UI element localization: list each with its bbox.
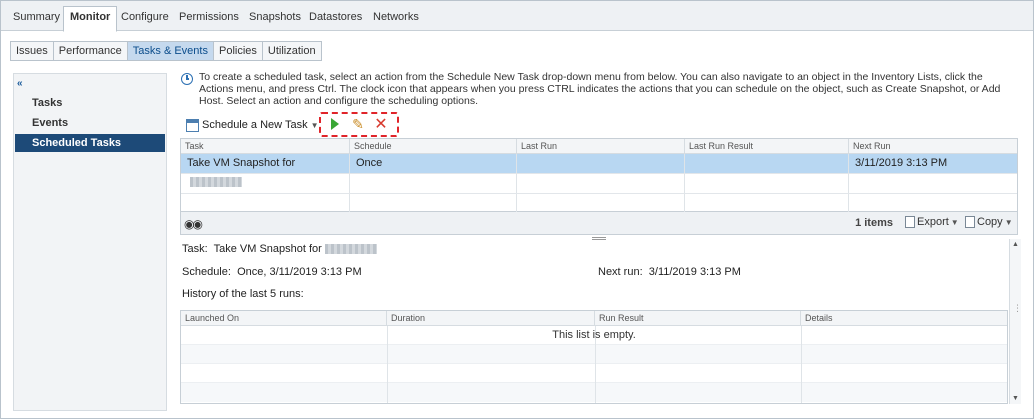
left-nav-panel: « Tasks Events Scheduled Tasks bbox=[13, 73, 167, 411]
detail-schedule-label: Schedule: bbox=[182, 266, 231, 278]
tab-configure[interactable]: Configure bbox=[115, 7, 175, 31]
detail-schedule-value: Once, 3/11/2019 3:13 PM bbox=[237, 266, 362, 278]
details-scrollbar[interactable]: ▲ ⋮ ▼ bbox=[1009, 239, 1022, 404]
copy-label: Copy bbox=[977, 216, 1003, 228]
empty-cell bbox=[350, 174, 517, 193]
copy-icon bbox=[965, 216, 975, 228]
last-run-cell bbox=[517, 154, 685, 173]
redacted-vm-name bbox=[324, 244, 377, 255]
items-count: 1 items bbox=[855, 217, 893, 229]
tab-monitor[interactable]: Monitor bbox=[63, 6, 118, 32]
left-nav-tasks[interactable]: Tasks bbox=[15, 94, 165, 112]
column-header-last-run[interactable]: Last Run bbox=[517, 139, 685, 154]
next-run-cell: 3/11/2019 3:13 PM bbox=[855, 157, 948, 169]
resize-handle[interactable] bbox=[592, 237, 606, 240]
empty-cell bbox=[517, 174, 685, 193]
column-header-details[interactable]: Details bbox=[801, 311, 1007, 326]
clock-info-icon bbox=[181, 73, 193, 85]
chevron-down-icon: ▼ bbox=[950, 217, 959, 227]
tab-permissions[interactable]: Permissions bbox=[173, 7, 245, 31]
subtab-performance[interactable]: Performance bbox=[53, 42, 128, 60]
column-header-next-run[interactable]: Next Run bbox=[849, 139, 1017, 154]
top-tab-bar: Summary Monitor Configure Permissions Sn… bbox=[1, 1, 1033, 32]
left-nav-scheduled-tasks[interactable]: Scheduled Tasks bbox=[15, 134, 165, 152]
empty-list-message: This list is empty. bbox=[552, 329, 636, 341]
schedule-new-task-label: Schedule a New Task bbox=[202, 119, 308, 131]
chevron-down-icon: ▼ bbox=[310, 120, 319, 130]
detail-schedule: Schedule: Once, 3/11/2019 3:13 PM bbox=[182, 266, 362, 278]
copy-button[interactable]: Copy ▼ bbox=[965, 216, 1013, 228]
delete-button[interactable]: ✕ bbox=[372, 115, 390, 133]
run-button[interactable] bbox=[326, 115, 344, 133]
column-header-schedule[interactable]: Schedule bbox=[350, 139, 517, 154]
detail-task: Task: Take VM Snapshot for bbox=[182, 243, 377, 255]
subtab-issues[interactable]: Issues bbox=[11, 42, 54, 60]
last-run-result-cell bbox=[685, 154, 849, 173]
column-header-run-result[interactable]: Run Result bbox=[595, 311, 801, 326]
calendar-icon bbox=[186, 118, 199, 132]
column-header-last-run-result[interactable]: Last Run Result bbox=[685, 139, 849, 154]
window-frame: Summary Monitor Configure Permissions Sn… bbox=[0, 0, 1034, 419]
table-footer: ◉◉ 1 items Export ▼ Copy ▼ bbox=[180, 212, 1018, 235]
schedule-cell: Once bbox=[350, 154, 517, 173]
list-row bbox=[181, 345, 1007, 364]
detail-next-run-label: Next run: bbox=[598, 266, 643, 278]
grip-icon: ⋮ bbox=[1013, 303, 1022, 313]
empty-cell bbox=[181, 174, 350, 193]
scroll-up-icon[interactable]: ▲ bbox=[1012, 241, 1019, 248]
column-header-launched-on[interactable]: Launched On bbox=[181, 311, 387, 326]
task-name: Take VM Snapshot for bbox=[187, 157, 296, 169]
subtab-tasks-events[interactable]: Tasks & Events bbox=[127, 42, 214, 60]
history-label: History of the last 5 runs: bbox=[182, 288, 304, 300]
info-text: To create a scheduled task, select an ac… bbox=[199, 71, 1001, 107]
table-row-empty bbox=[181, 174, 1017, 194]
list-row bbox=[181, 383, 1007, 402]
export-label: Export bbox=[917, 216, 949, 228]
edit-button[interactable]: ✎ bbox=[349, 115, 367, 133]
task-cell: Take VM Snapshot for bbox=[181, 154, 350, 188]
detail-next-run-value: 3/11/2019 3:13 PM bbox=[648, 266, 741, 278]
left-nav-events[interactable]: Events bbox=[15, 114, 165, 132]
empty-cell bbox=[685, 174, 849, 193]
empty-cell bbox=[517, 194, 685, 213]
column-header-task[interactable]: Task bbox=[181, 139, 350, 154]
list-row bbox=[181, 364, 1007, 383]
schedule-new-task-button[interactable]: Schedule a New Task ▼ bbox=[186, 117, 319, 133]
pencil-icon: ✎ bbox=[352, 115, 364, 132]
empty-cell bbox=[350, 194, 517, 213]
column-header-duration[interactable]: Duration bbox=[387, 311, 595, 326]
binoculars-icon[interactable]: ◉◉ bbox=[184, 217, 203, 231]
export-button[interactable]: Export ▼ bbox=[905, 216, 959, 228]
subtab-policies[interactable]: Policies bbox=[213, 42, 263, 60]
detail-next-run: Next run: 3/11/2019 3:13 PM bbox=[598, 266, 741, 278]
table-row[interactable]: Take VM Snapshot for Once 3/11/2019 3:13… bbox=[181, 154, 1017, 188]
detail-task-label: Task: bbox=[182, 243, 208, 255]
x-icon: ✕ bbox=[374, 116, 388, 133]
detail-task-value: Take VM Snapshot for bbox=[213, 243, 322, 255]
empty-cell bbox=[685, 194, 849, 213]
tab-networks[interactable]: Networks bbox=[367, 7, 425, 31]
chevron-down-icon: ▼ bbox=[1004, 217, 1013, 227]
table-row-empty bbox=[181, 194, 1017, 214]
tab-datastores[interactable]: Datastores bbox=[303, 7, 368, 31]
sub-tab-bar: Issues Performance Tasks & Events Polici… bbox=[10, 41, 322, 61]
scroll-down-icon[interactable]: ▼ bbox=[1012, 395, 1019, 402]
subtab-utilization[interactable]: Utilization bbox=[262, 42, 321, 60]
tab-snapshots[interactable]: Snapshots bbox=[243, 7, 307, 31]
scheduled-tasks-table: Task Schedule Last Run Last Run Result N… bbox=[180, 138, 1018, 214]
empty-cell bbox=[181, 194, 350, 213]
export-icon bbox=[905, 216, 915, 228]
tab-summary[interactable]: Summary bbox=[7, 7, 66, 31]
run-history-table: Launched On Duration Run Result Details … bbox=[180, 310, 1008, 404]
play-icon bbox=[331, 118, 339, 130]
collapse-panel-icon[interactable]: « bbox=[17, 78, 23, 89]
